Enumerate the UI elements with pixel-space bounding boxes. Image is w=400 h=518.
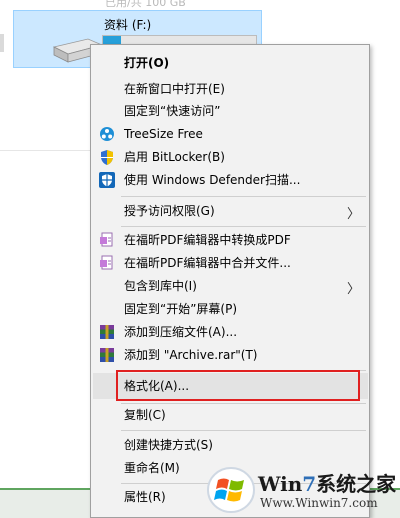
menu-item-open[interactable]: 打开(O) — [93, 52, 368, 74]
top-strip: 已用/共 100 GB — [0, 0, 400, 9]
menu-item-add-to-archive-rar[interactable]: 添加到 "Archive.rar"(T) — [93, 344, 368, 366]
menu-item-create-shortcut[interactable]: 创建快捷方式(S) — [93, 434, 368, 456]
windows-logo-icon — [207, 467, 255, 513]
menu-item-label: 使用 Windows Defender扫描... — [124, 173, 301, 187]
watermark-brand-cn: 系统之家 — [316, 472, 397, 496]
menu-item-label: 固定到“快速访问” — [124, 104, 221, 118]
drive-name-label: 资料 (F:) — [104, 18, 152, 32]
defender-shield-icon — [98, 171, 116, 189]
menu-item-label: 在福昕PDF编辑器中转换成PDF — [124, 233, 291, 247]
bitlocker-shield-icon — [98, 148, 116, 166]
winrar-icon — [98, 346, 116, 364]
menu-item-include-in-library[interactable]: 包含到库中(I) 〉 — [93, 275, 368, 297]
menu-item-label: 在福昕PDF编辑器中合并文件... — [124, 256, 291, 270]
submenu-arrow-icon: 〉 — [346, 282, 360, 297]
menu-item-label: TreeSize Free — [124, 127, 203, 141]
menu-item-label: 重命名(M) — [124, 461, 180, 475]
watermark-brand: Win7系统之家 — [258, 468, 396, 497]
highlight-annotation-box — [116, 370, 360, 401]
menu-separator — [121, 196, 366, 197]
foxit-pdf-icon — [98, 254, 116, 272]
menu-item-treesize[interactable]: TreeSize Free — [93, 123, 368, 145]
menu-separator — [121, 430, 366, 431]
menu-item-label: 属性(R) — [124, 490, 166, 504]
watermark-brand-7: 7 — [302, 472, 317, 496]
site-watermark: Win7系统之家 Www.Winwin7.com — [206, 462, 400, 518]
menu-item-label: 授予访问权限(G) — [124, 204, 215, 218]
menu-item-label: 在新窗口中打开(E) — [124, 82, 225, 96]
menu-item-label: 包含到库中(I) — [124, 279, 197, 293]
navigation-pane-edge — [0, 34, 4, 52]
menu-item-label: 固定到“开始”屏幕(P) — [124, 302, 238, 316]
watermark-brand-in: in — [280, 472, 303, 496]
menu-item-open-new-window[interactable]: 在新窗口中打开(E) — [93, 78, 368, 100]
submenu-arrow-icon: 〉 — [346, 207, 360, 222]
menu-item-foxit-convert[interactable]: 在福昕PDF编辑器中转换成PDF — [93, 229, 368, 251]
menu-item-foxit-merge[interactable]: 在福昕PDF编辑器中合并文件... — [93, 252, 368, 274]
watermark-url: Www.Winwin7.com — [260, 496, 378, 510]
menu-item-bitlocker[interactable]: 启用 BitLocker(B) — [93, 146, 368, 168]
menu-item-label: 添加到压缩文件(A)... — [124, 325, 238, 339]
explorer-divider — [0, 150, 95, 151]
watermark-brand-w: W — [258, 472, 281, 496]
foxit-pdf-icon — [98, 231, 116, 249]
menu-item-label: 复制(C) — [124, 408, 166, 422]
menu-item-label: 创建快捷方式(S) — [124, 438, 213, 452]
treesize-icon — [98, 125, 116, 143]
menu-item-add-to-archive[interactable]: 添加到压缩文件(A)... — [93, 321, 368, 343]
menu-item-label: 启用 BitLocker(B) — [124, 150, 225, 164]
menu-item-copy[interactable]: 复制(C) — [93, 404, 368, 426]
context-menu: 打开(O) 在新窗口中打开(E) 固定到“快速访问” TreeSize Free… — [90, 44, 370, 518]
menu-item-give-access[interactable]: 授予访问权限(G) 〉 — [93, 200, 368, 222]
menu-item-label: 添加到 "Archive.rar"(T) — [124, 348, 258, 362]
menu-item-label: 打开(O) — [124, 56, 170, 70]
menu-item-pin-quick-access[interactable]: 固定到“快速访问” — [93, 100, 368, 122]
winrar-icon — [98, 323, 116, 341]
menu-item-defender-scan[interactable]: 使用 Windows Defender扫描... — [93, 169, 368, 191]
menu-separator — [121, 226, 366, 227]
menu-item-pin-to-start[interactable]: 固定到“开始”屏幕(P) — [93, 298, 368, 320]
drive-usage-partial-text: 已用/共 100 GB — [105, 0, 186, 9]
